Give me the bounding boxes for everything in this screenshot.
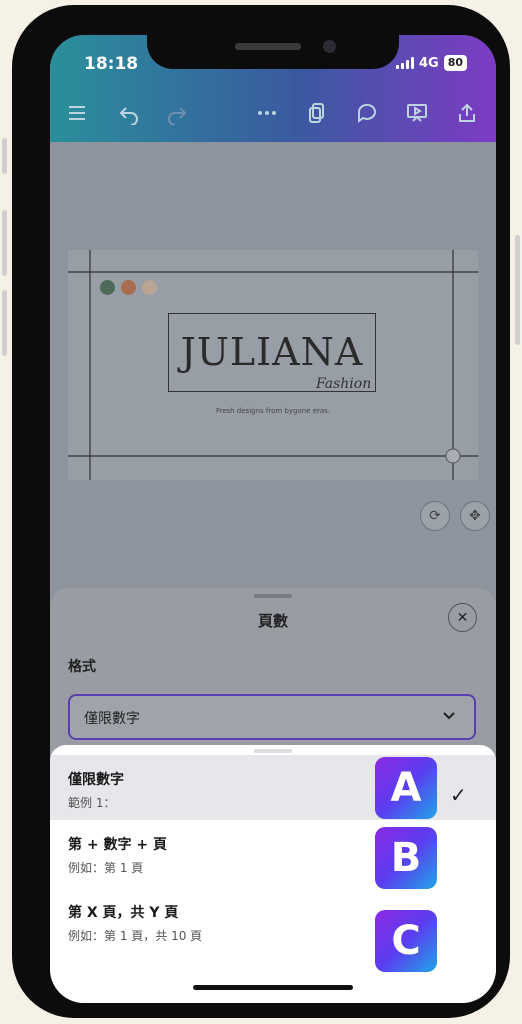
format-select-value: 僅限數字: [84, 711, 140, 727]
pages-icon[interactable]: [302, 98, 332, 128]
speaker: [235, 43, 301, 50]
notch: [147, 35, 399, 69]
option-badge-c: C: [375, 910, 437, 972]
option-title: 第 X 頁，共 Y 頁: [68, 905, 179, 921]
comment-icon[interactable]: [352, 98, 382, 128]
menu-icon[interactable]: [62, 98, 92, 128]
option-numbers-only[interactable]: 僅限數字 範例 1： A ✓: [50, 755, 496, 820]
phone-frame: 18:18 4G 80 JULIANA Fashion Fresh design…: [12, 5, 510, 1018]
brand-tagline: Fresh designs from bygone eras.: [215, 407, 331, 415]
option-page-x-of-y[interactable]: 第 X 頁，共 Y 頁 例如：第 1 頁，共 10 頁 C: [50, 888, 496, 972]
sheet-handle[interactable]: [254, 594, 292, 598]
network-label: 4G: [419, 55, 439, 71]
move-icon[interactable]: ✥: [460, 501, 490, 531]
color-swatch-2: [121, 280, 136, 295]
battery-icon: 80: [443, 55, 468, 71]
brand-script: Fashion: [316, 376, 372, 392]
option-example: 例如：第 1 頁: [68, 861, 144, 875]
chevron-down-icon: [443, 712, 455, 720]
more-icon[interactable]: [252, 98, 282, 128]
menu-handle[interactable]: [254, 749, 292, 753]
silent-switch: [2, 138, 7, 174]
option-example: 範例 1：: [68, 796, 116, 810]
share-icon[interactable]: [452, 98, 482, 128]
close-icon: ✕: [456, 609, 469, 626]
close-button[interactable]: ✕: [448, 603, 477, 632]
format-options-menu: 僅限數字 範例 1： A ✓ 第 + 數字 + 頁 例如：第 1 頁 B 第 X…: [50, 745, 496, 1003]
color-swatch-3: [142, 280, 157, 295]
option-badge-a: A: [375, 757, 437, 819]
format-label: 格式: [68, 659, 96, 675]
present-icon[interactable]: [402, 98, 432, 128]
option-example: 例如：第 1 頁，共 10 頁: [68, 929, 203, 943]
check-icon: ✓: [450, 783, 467, 807]
option-title: 僅限數字: [68, 772, 124, 788]
power-button: [515, 235, 520, 345]
signal-icon: [396, 57, 414, 69]
brand-name: JULIANA: [180, 330, 364, 374]
status-indicators: 4G 80: [396, 55, 468, 71]
option-badge-b: B: [375, 827, 437, 889]
color-swatch-1: [100, 280, 115, 295]
format-select[interactable]: 僅限數字: [68, 694, 476, 740]
sheet-title: 頁數: [257, 612, 288, 630]
redo-icon[interactable]: [162, 98, 192, 128]
option-page-number[interactable]: 第 + 數字 + 頁 例如：第 1 頁 B: [50, 820, 496, 889]
volume-down-button: [2, 290, 7, 356]
volume-up-button: [2, 210, 7, 276]
design-canvas[interactable]: JULIANA Fashion Fresh designs from bygon…: [68, 250, 478, 480]
undo-icon[interactable]: [114, 98, 144, 128]
front-camera: [323, 40, 336, 53]
home-indicator[interactable]: [193, 985, 353, 990]
option-title: 第 + 數字 + 頁: [68, 837, 167, 853]
rotate-icon[interactable]: ⟳: [420, 501, 450, 531]
status-time: 18:18: [84, 54, 139, 74]
screen: 18:18 4G 80 JULIANA Fashion Fresh design…: [50, 35, 496, 1003]
